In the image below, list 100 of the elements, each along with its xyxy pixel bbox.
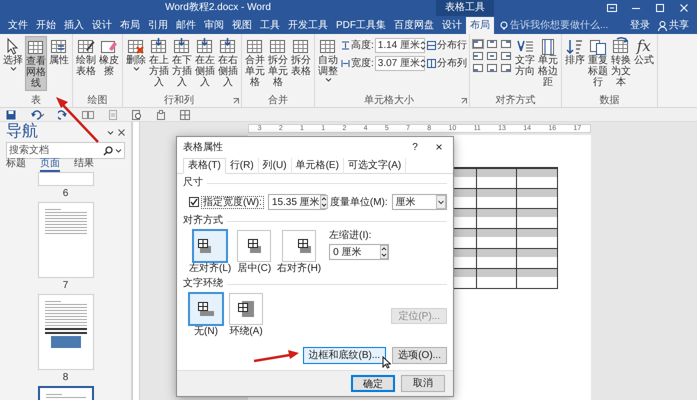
magnifier-document-icon[interactable] xyxy=(132,110,142,120)
dialog-button[interactable]: 边框和底纹(B)... xyxy=(302,347,386,364)
ribbon-button[interactable]: 在上方插入 xyxy=(148,36,170,89)
close-icon[interactable] xyxy=(118,128,125,136)
maximize-icon[interactable] xyxy=(655,4,665,12)
width-checkbox[interactable]: 指定宽度(W): xyxy=(189,196,264,208)
clipboard-icon[interactable] xyxy=(156,110,166,120)
ribbon-tab[interactable]: PDF工具集 xyxy=(332,17,390,34)
wrapping-option[interactable] xyxy=(229,293,263,325)
table-icon xyxy=(291,37,311,55)
caret-icon[interactable] xyxy=(107,130,114,134)
dialog-tab[interactable]: 单元格(E) xyxy=(292,158,344,174)
launcher-icon[interactable] xyxy=(460,98,467,104)
caret-icon xyxy=(324,77,332,82)
save-icon[interactable] xyxy=(6,110,16,120)
two-pages-icon[interactable] xyxy=(82,110,94,120)
ribbon-button[interactable]: 在下方插入 xyxy=(171,36,193,89)
dialog-button[interactable]: 选项(O)... xyxy=(392,347,447,364)
share-button[interactable]: 共享 xyxy=(654,17,693,34)
table-x-icon xyxy=(126,37,146,55)
ribbon-button[interactable]: 橡皮擦 xyxy=(98,36,120,78)
indent-field[interactable]: 0 厘米 xyxy=(329,244,390,260)
ribbon-button[interactable]: 自动调整 xyxy=(317,36,339,83)
caret-icon xyxy=(436,195,446,209)
launcher-icon[interactable] xyxy=(233,98,239,104)
pane-tab[interactable]: 标题 xyxy=(6,159,26,172)
ribbon-tab[interactable]: 布局 xyxy=(116,17,144,34)
dialog-title: 表格属性 xyxy=(183,140,224,154)
ribbon-tab[interactable]: 开始 xyxy=(32,17,60,34)
ribbon-button[interactable]: 属性 xyxy=(48,36,70,67)
alignment-option[interactable] xyxy=(282,230,316,262)
alignment-icon xyxy=(500,64,511,72)
ribbon-tab[interactable]: 布局 xyxy=(466,17,494,34)
size-field[interactable]: 1.14 厘米 xyxy=(374,38,425,53)
tell-me-field[interactable]: 告诉我你想要做什么... xyxy=(510,18,610,33)
ribbon-button[interactable]: 分布列 xyxy=(426,56,467,71)
ribbon-button[interactable]: 在左侧插入 xyxy=(194,36,216,89)
align-button[interactable] xyxy=(486,63,498,73)
sign-in-link[interactable]: 登录 xyxy=(626,17,654,34)
dialog-tab[interactable]: 表格(T) xyxy=(183,158,226,174)
ribbon-button[interactable]: 转换为文本 xyxy=(610,36,632,89)
help-button[interactable]: ? xyxy=(407,140,423,154)
ribbon-button[interactable]: 分布行 xyxy=(426,38,467,53)
pane-tab[interactable]: 结果 xyxy=(74,159,94,172)
alignment-option[interactable] xyxy=(237,230,272,262)
ribbon-tab[interactable]: 设计 xyxy=(438,17,466,34)
unit-dropdown[interactable]: 厘米 xyxy=(392,194,447,210)
dialog-tab[interactable]: 可选文字(A) xyxy=(344,158,406,174)
ribbon-button[interactable]: 拆分表格 xyxy=(290,36,312,78)
align-button[interactable] xyxy=(500,39,512,49)
ribbon-button[interactable]: 绘制表格 xyxy=(75,36,97,78)
spinner-icon xyxy=(380,245,388,259)
ribbon-button[interactable]: 拆分单元格 xyxy=(267,36,289,89)
align-button[interactable] xyxy=(500,51,512,61)
ribbon-tab[interactable]: 审阅 xyxy=(200,17,228,34)
checkbox[interactable] xyxy=(189,197,199,207)
undo-icon[interactable] xyxy=(30,110,44,120)
close-button[interactable]: × xyxy=(431,138,447,156)
ribbon-tab[interactable]: 邮件 xyxy=(172,17,200,34)
dialog-button[interactable]: 确定 xyxy=(351,375,395,392)
align-button[interactable] xyxy=(472,51,484,61)
align-button[interactable] xyxy=(472,63,484,73)
spinner-icon xyxy=(420,40,426,51)
ribbon-tab[interactable]: 工具 xyxy=(256,17,284,34)
ribbon-button[interactable]: 删除 xyxy=(125,36,147,72)
ribbon-tab[interactable]: 引用 xyxy=(144,17,172,34)
align-button[interactable] xyxy=(500,63,512,73)
table-arrow-icon xyxy=(149,37,169,55)
width-field[interactable]: 15.35 厘米 xyxy=(268,194,326,210)
ribbon-tab[interactable]: 插入 xyxy=(60,17,88,34)
ribbon-button[interactable]: 查看网格线 xyxy=(25,36,47,91)
ribbon-tab[interactable]: 设计 xyxy=(88,17,116,34)
alignment-option[interactable] xyxy=(193,230,228,262)
ribbon-button[interactable]: 重复标题行 xyxy=(586,36,609,89)
table-arrow-icon xyxy=(610,37,631,55)
align-button[interactable] xyxy=(486,51,498,61)
ribbon-tab[interactable]: 视图 xyxy=(228,17,256,34)
ribbon-button[interactable]: 排序 xyxy=(564,36,586,67)
grid-icon[interactable] xyxy=(180,110,190,120)
group-label: 数据 xyxy=(598,96,620,106)
ribbon-button[interactable]: fx 公式 xyxy=(632,36,655,67)
ribbon-tab[interactable]: 开发工具 xyxy=(284,17,332,34)
redo-icon[interactable] xyxy=(58,110,68,120)
ribbon-button[interactable]: 合并单元格 xyxy=(244,36,266,89)
ribbon-button[interactable]: 文字方向 xyxy=(514,36,536,78)
size-field[interactable]: 3.07 厘米 xyxy=(374,56,425,71)
ribbon-tab[interactable]: 百度网盘 xyxy=(390,17,438,34)
dialog-tab[interactable]: 行(R) xyxy=(226,158,259,174)
ribbon-button[interactable]: 在右侧插入 xyxy=(217,36,239,89)
ribbon-button[interactable]: 单元格边距 xyxy=(536,36,559,89)
window-title: Word教程2.docx - Word xyxy=(165,3,271,13)
ribbon-tab[interactable]: 文件 xyxy=(4,17,32,34)
ribbon-button[interactable]: 选择 xyxy=(2,36,24,72)
dialog-tab[interactable]: 列(U) xyxy=(258,158,292,174)
wrapping-option[interactable] xyxy=(189,293,223,325)
dialog-button[interactable]: 取消 xyxy=(401,375,445,392)
table-arrow-icon xyxy=(218,37,238,55)
align-button[interactable] xyxy=(486,39,498,49)
align-button[interactable] xyxy=(472,39,484,49)
ribbon-display-icon[interactable] xyxy=(607,4,617,12)
